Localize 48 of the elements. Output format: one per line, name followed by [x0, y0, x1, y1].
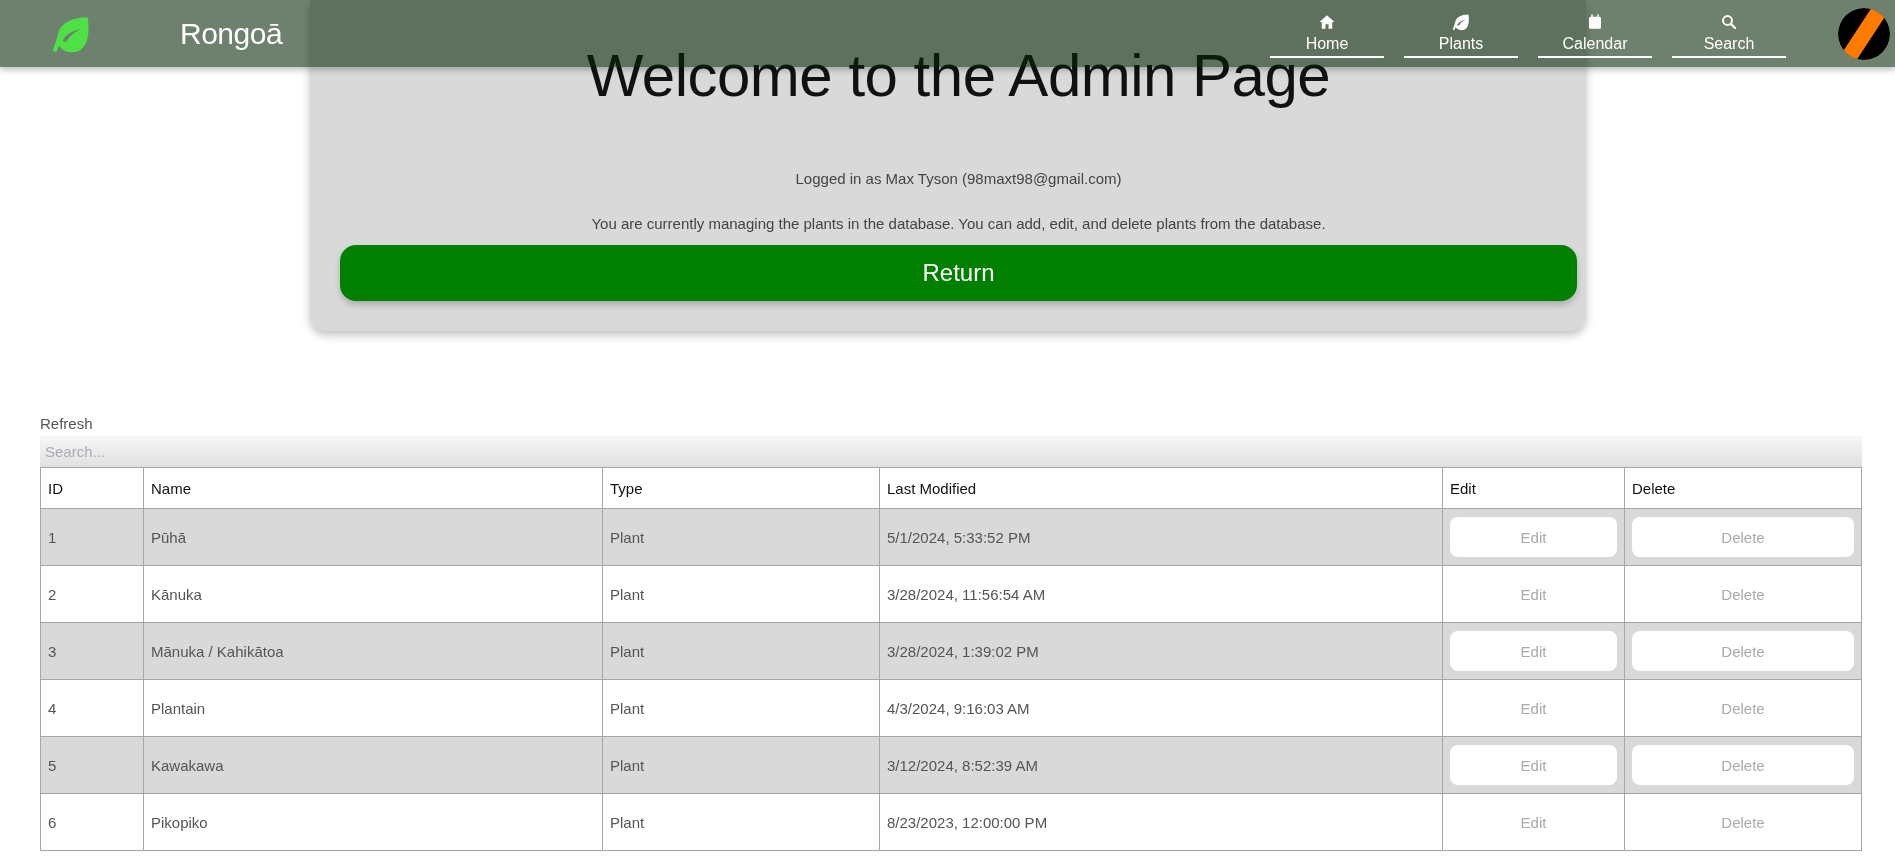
description-text: You are currently managing the plants in the database. You can add, edit, and delete plants from the database.	[591, 215, 1326, 232]
table-cell: Kānuka	[143, 565, 603, 623]
home-icon	[1318, 13, 1336, 31]
table-cell: 1	[40, 508, 144, 566]
table-cell: 5	[40, 736, 144, 794]
table-cell: Kawakawa	[143, 736, 603, 794]
table-cell: Pūhā	[143, 508, 603, 566]
table-cell: Plant	[602, 736, 880, 794]
table-cell: 5/1/2024, 5:33:52 PM	[879, 508, 1443, 566]
table-cell: 6	[40, 793, 144, 851]
nav-link[interactable]: Search	[1672, 13, 1786, 58]
table-cell: Plant	[602, 793, 880, 851]
leaf-icon	[1452, 13, 1470, 31]
edit-button[interactable]: Edit	[1450, 631, 1617, 671]
table-cell: Plantain	[143, 679, 603, 737]
table-cell: 4/3/2024, 9:16:03 AM	[879, 679, 1443, 737]
table-cell: Plant	[602, 565, 880, 623]
table-cell: 2	[40, 565, 144, 623]
table-cell: Plant	[602, 679, 880, 737]
avatar-icon	[1838, 7, 1890, 60]
refresh-link[interactable]: Refresh	[40, 415, 93, 433]
column-header: Edit	[1442, 467, 1625, 509]
brand-name[interactable]: Rongoā	[180, 16, 283, 51]
table-cell: 3	[40, 622, 144, 680]
table-cell: Plant	[602, 508, 880, 566]
delete-button[interactable]: Delete	[1632, 517, 1854, 557]
logged-in-text: Logged in as Max Tyson (98maxt98@gmail.com)	[795, 170, 1122, 187]
table-cell: 4	[40, 679, 144, 737]
column-header: Last Modified	[879, 467, 1443, 509]
search-icon	[1720, 13, 1738, 31]
table-cell: Mānuka / Kahikātoa	[143, 622, 603, 680]
edit-button[interactable]: Edit	[1450, 517, 1617, 557]
table-cell: Pikopiko	[143, 793, 603, 851]
column-header: Name	[143, 467, 603, 509]
search-field[interactable]: Search...	[40, 436, 1862, 467]
column-header: Delete	[1624, 467, 1862, 509]
column-header: Type	[602, 467, 880, 509]
edit-button[interactable]: Edit	[1450, 745, 1617, 785]
table-cell: 3/12/2024, 8:52:39 AM	[879, 736, 1443, 794]
delete-button[interactable]: Delete	[1632, 745, 1854, 785]
table-cell: 3/28/2024, 1:39:02 PM	[879, 622, 1443, 680]
delete-button[interactable]: Delete	[1632, 631, 1854, 671]
table-cell: 3/28/2024, 11:56:54 AM	[879, 565, 1443, 623]
table-cell: Plant	[602, 622, 880, 680]
table-cell: 8/23/2023, 12:00:00 PM	[879, 793, 1443, 851]
return-button[interactable]: Return	[340, 245, 1577, 301]
column-header: ID	[40, 467, 144, 509]
calendar-icon	[1586, 13, 1604, 31]
